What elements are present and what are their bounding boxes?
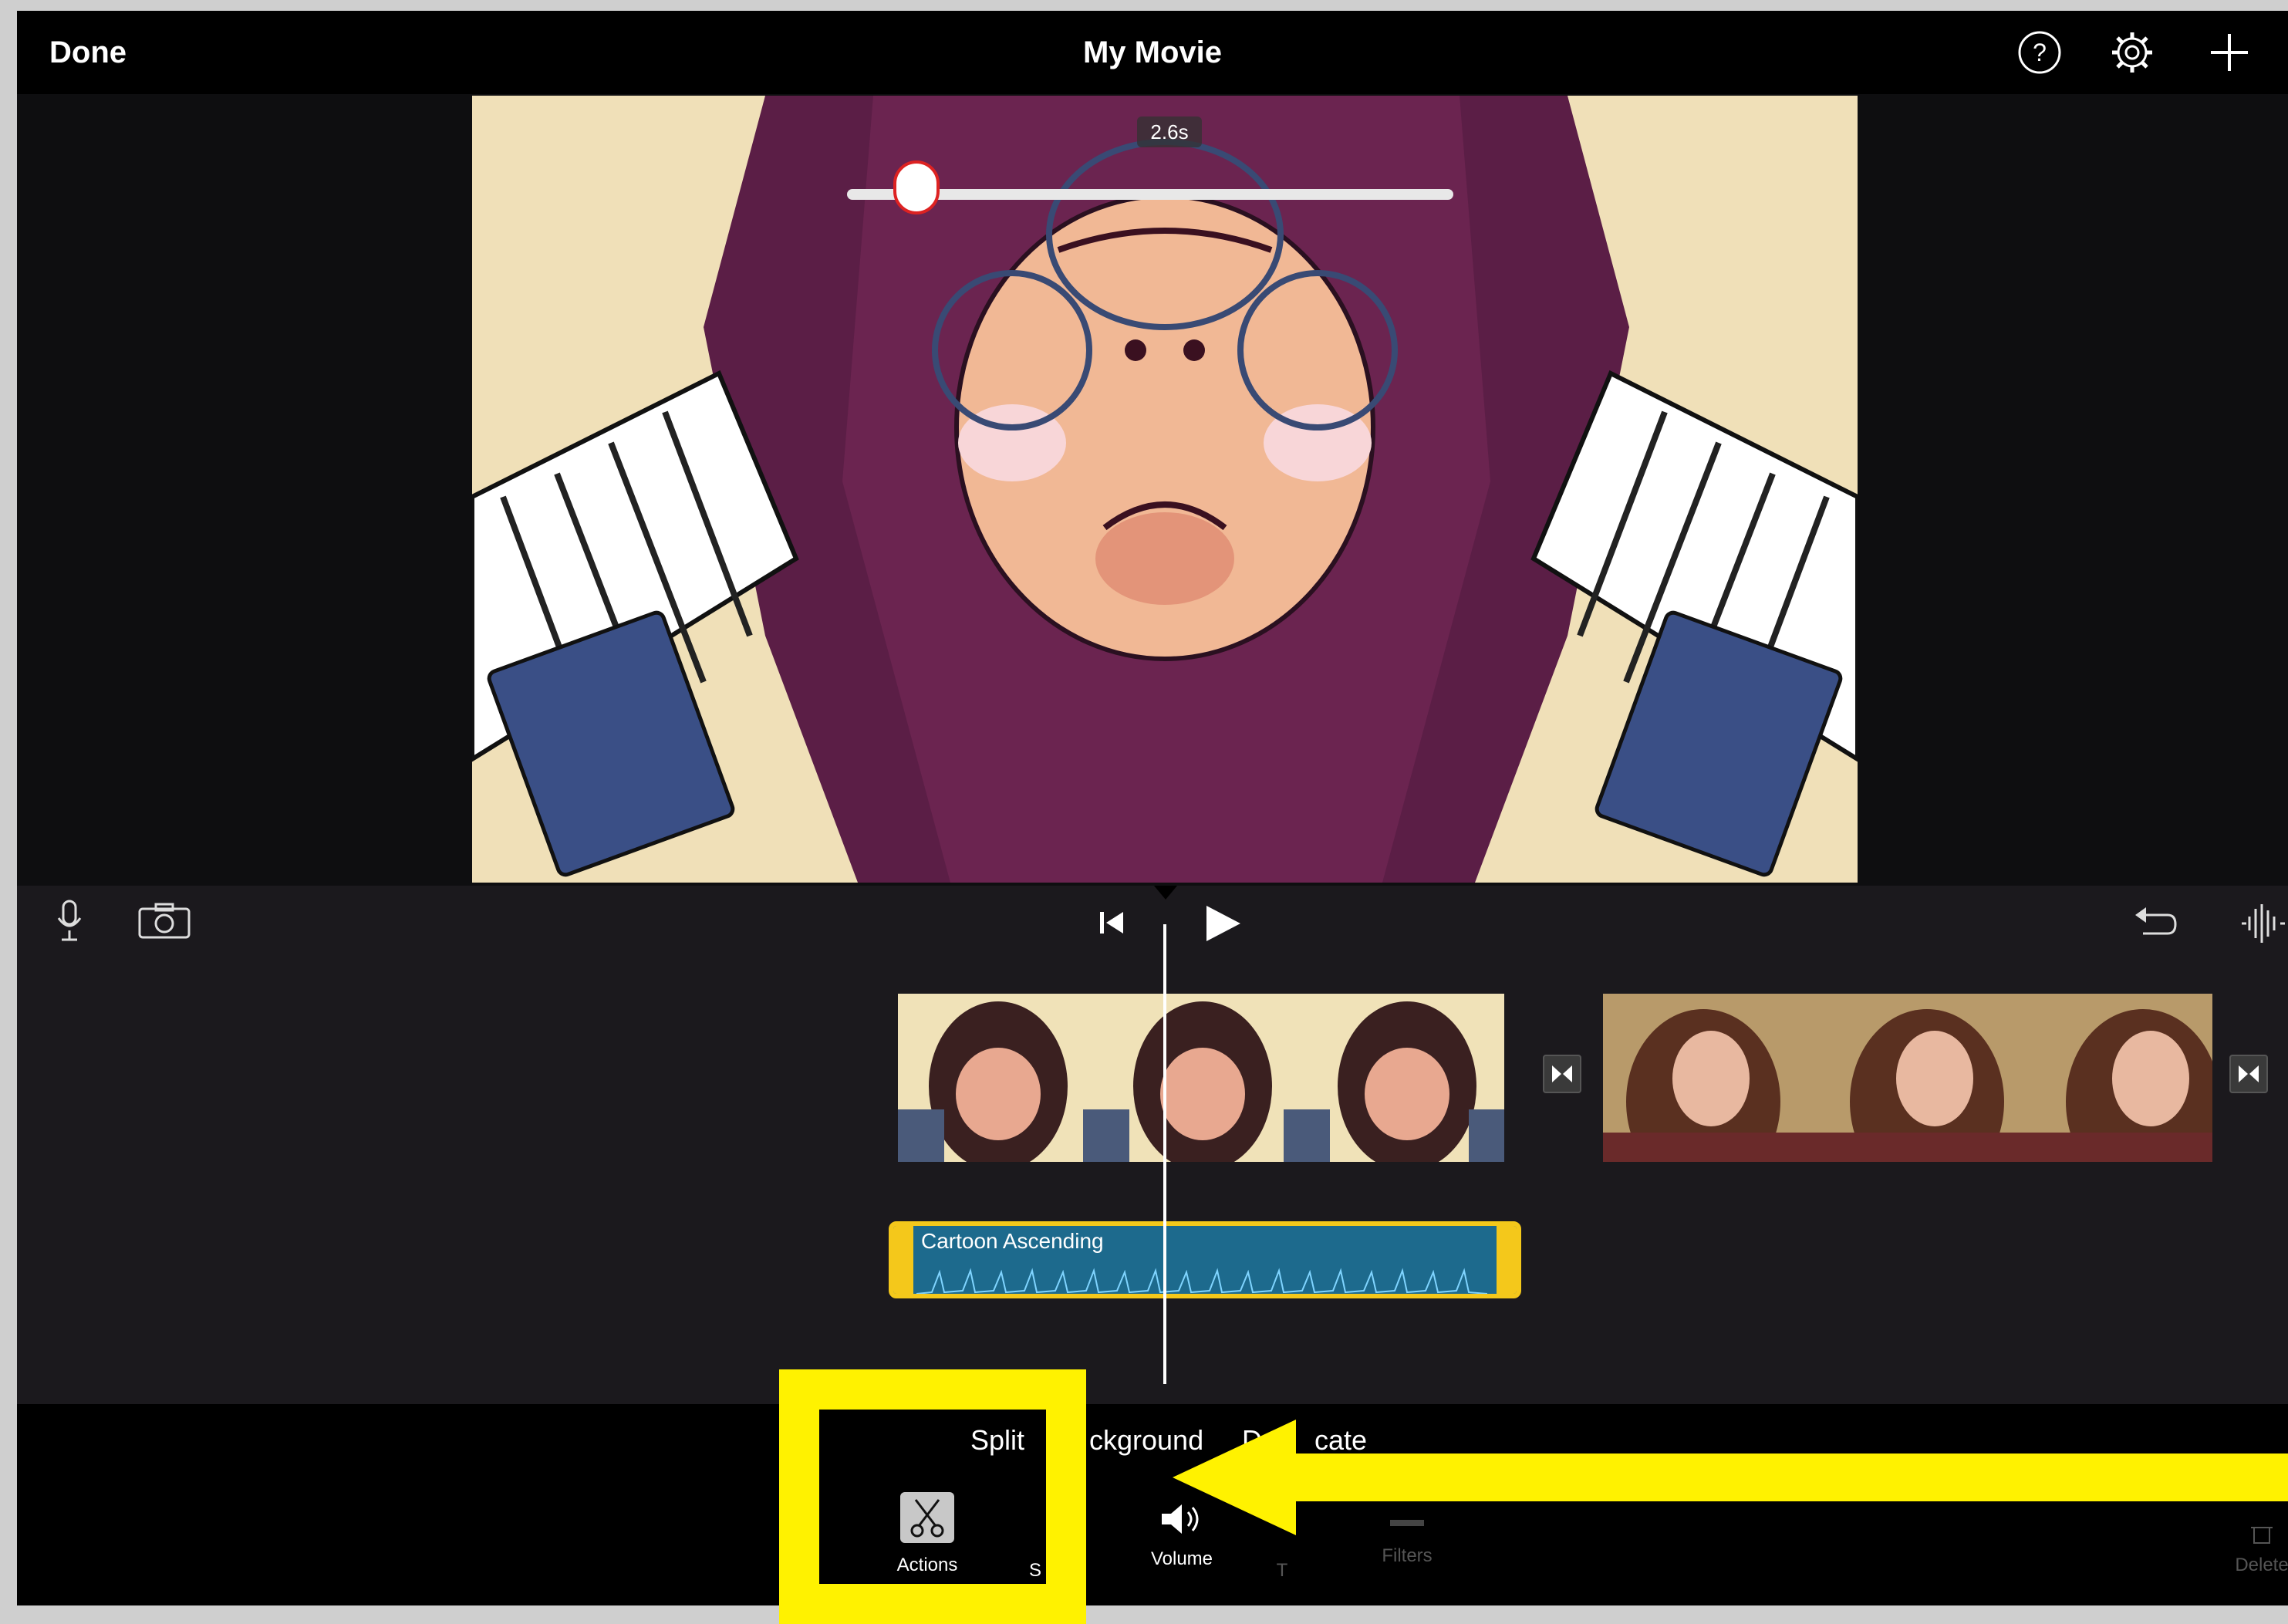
titles-tool[interactable]: T (1267, 1555, 1298, 1582)
transition-button-1[interactable] (1543, 1055, 1581, 1093)
play-icon[interactable] (1202, 903, 1244, 944)
settings-icon[interactable] (2107, 28, 2157, 77)
annotation-arrow (1173, 1420, 2288, 1535)
microphone-icon[interactable] (54, 900, 85, 943)
audio-trim-handle-left[interactable] (893, 1226, 913, 1294)
transition-button-2[interactable] (2229, 1055, 2268, 1093)
skip-to-start-icon[interactable] (1097, 907, 1128, 938)
clip-duration-badge: 2.6s (1137, 116, 1202, 147)
audio-clip-label: Cartoon Ascending (921, 1229, 1104, 1253)
timeline[interactable]: Cartoon Ascending (17, 886, 2288, 1404)
svg-text:?: ? (2033, 39, 2047, 66)
project-title: My Movie (1082, 35, 1223, 69)
video-preview[interactable] (472, 96, 1858, 883)
volume-tool-label: Volume (1150, 1548, 1213, 1569)
inspector-scroll-thumb[interactable] (893, 160, 940, 214)
delete-tool-label: Delete (2235, 1555, 2288, 1575)
annotation-highlight-box (779, 1369, 1086, 1624)
filters-tool-label: Filters (1382, 1545, 1433, 1566)
video-clip-1[interactable] (898, 994, 1504, 1162)
imovie-window: Done My Movie ? 2.6s Cartoon Ascending S… (17, 11, 2288, 1605)
camera-icon[interactable] (137, 903, 191, 940)
playhead-notch (1154, 886, 1177, 900)
video-clip-2[interactable] (1603, 994, 2212, 1162)
timeline-toolbar (17, 886, 2288, 959)
audio-waveform-icon[interactable] (2239, 903, 2285, 944)
playhead[interactable] (1163, 924, 1166, 1384)
help-icon[interactable]: ? (2015, 28, 2064, 77)
top-bar: Done My Movie ? (17, 11, 2288, 94)
titles-tool-label: T (1276, 1560, 1288, 1581)
undo-icon[interactable] (2134, 904, 2177, 941)
add-icon[interactable] (2205, 28, 2254, 77)
audio-trim-handle-right[interactable] (1497, 1226, 1517, 1294)
audio-clip[interactable]: Cartoon Ascending (889, 1221, 1521, 1298)
audio-waveform (916, 1268, 1487, 1294)
